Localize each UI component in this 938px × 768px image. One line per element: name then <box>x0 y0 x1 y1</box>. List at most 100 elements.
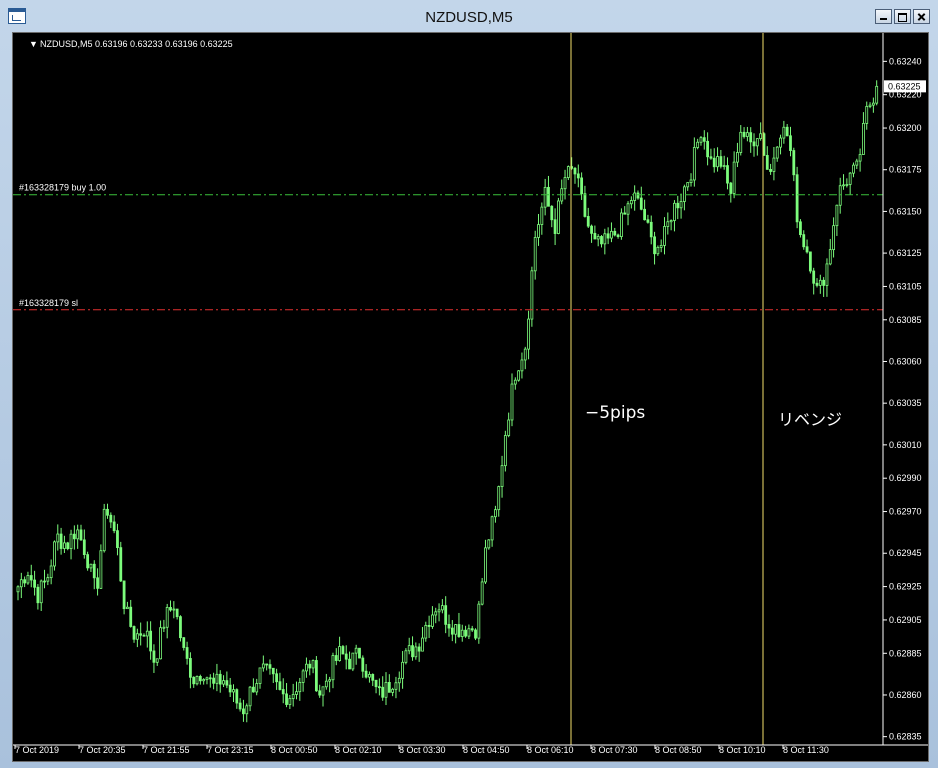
candle-body <box>656 246 660 255</box>
candle-body <box>626 203 630 215</box>
candle-body <box>517 370 521 381</box>
candle-body <box>132 626 136 640</box>
candle-body <box>26 575 30 584</box>
candle-body <box>182 637 186 648</box>
candle-body <box>384 682 388 698</box>
candle-body <box>537 224 540 238</box>
candle-body <box>295 691 298 695</box>
candle-body <box>404 650 408 663</box>
candle-body <box>765 155 769 170</box>
candle-body <box>235 689 239 704</box>
candle-body <box>795 174 799 223</box>
candle-body <box>484 547 487 583</box>
candle-body <box>460 629 464 637</box>
candle-body <box>102 508 106 552</box>
candle-body <box>218 673 222 685</box>
candle-body <box>699 137 703 143</box>
candle-body <box>364 670 368 678</box>
candle-body <box>513 379 517 385</box>
candle-body <box>729 182 733 194</box>
candle-body <box>152 650 156 663</box>
candle-body <box>421 637 424 652</box>
chart-canvas[interactable]: ▼ NZDUSD,M5 0.63196 0.63233 0.63196 0.63… <box>13 33 928 761</box>
time-tick-label: 7 Oct 23:15 <box>207 745 254 755</box>
candle-body <box>590 225 593 234</box>
candle-body <box>682 186 686 202</box>
candle-body <box>271 667 275 675</box>
candle-body <box>477 603 481 639</box>
candle-body <box>248 686 252 707</box>
candle-body <box>268 664 272 669</box>
candle-body <box>769 168 772 172</box>
candle-body <box>198 675 202 682</box>
candle-body <box>825 263 829 286</box>
candle-body <box>43 580 46 583</box>
candle-body <box>314 660 318 692</box>
candle-body <box>437 609 441 613</box>
candle-body <box>251 686 255 693</box>
maximize-button[interactable] <box>894 9 911 24</box>
candle-body <box>391 688 395 693</box>
candle-body <box>719 156 723 167</box>
candle-body <box>331 655 335 681</box>
candle-body <box>424 624 428 639</box>
candle-body <box>852 164 855 174</box>
candle-body <box>288 698 292 705</box>
candle-body <box>620 212 623 238</box>
price-tick-label: 0.63200 <box>889 123 922 133</box>
candle-body <box>261 663 265 669</box>
minimize-button[interactable] <box>875 9 892 24</box>
candle-body <box>875 85 879 104</box>
candle-body <box>759 133 763 140</box>
candle-body <box>802 234 806 248</box>
candle-body <box>689 179 693 184</box>
candle-body <box>89 563 93 569</box>
candle-body <box>623 212 627 215</box>
candle-body <box>580 177 584 195</box>
candle-body <box>500 465 504 487</box>
time-tick-label: 8 Oct 00:50 <box>271 745 318 755</box>
candle-body <box>457 624 461 637</box>
candle-body <box>871 102 875 106</box>
price-tick-label: 0.63240 <box>889 56 922 66</box>
candle-body <box>666 221 670 227</box>
candle-body <box>706 140 709 158</box>
price-tick-label: 0.62945 <box>889 548 922 558</box>
symbol-dropdown-icon[interactable]: ▼ <box>29 39 38 49</box>
candle-body <box>16 586 20 593</box>
candle-body <box>702 137 706 142</box>
candle-body <box>523 348 527 361</box>
close-button[interactable] <box>913 9 930 24</box>
candle-body <box>53 541 56 567</box>
candle-body <box>318 690 322 696</box>
candle-body <box>305 663 308 672</box>
candle-body <box>99 550 103 589</box>
candle-body <box>828 249 832 265</box>
candle-body <box>407 645 411 652</box>
candle-body <box>96 577 99 589</box>
candle-body <box>162 626 166 629</box>
candle-body <box>275 673 279 683</box>
candle-body <box>464 629 467 637</box>
time-tick-label: 7 Oct 21:55 <box>143 745 190 755</box>
price-tick-label: 0.63175 <box>889 165 922 175</box>
candle-body <box>19 579 23 588</box>
candle-body <box>563 177 567 190</box>
candle-body <box>371 674 375 681</box>
candle-body <box>789 135 792 151</box>
candle-body <box>361 657 365 672</box>
candle-body <box>576 173 580 179</box>
candle-body <box>772 157 776 172</box>
price-tick-label: 0.62990 <box>889 473 922 483</box>
candle-body <box>550 205 554 221</box>
candle-body <box>242 708 245 715</box>
title-bar[interactable]: NZDUSD,M5 <box>0 0 938 32</box>
chart-annotation-text[interactable]: リベンジ <box>778 410 842 429</box>
candle-body <box>613 230 617 236</box>
candle-body <box>799 221 802 236</box>
chart-annotation-text[interactable]: −5pips <box>585 403 645 423</box>
candle-body <box>112 521 116 532</box>
price-chart[interactable]: ▼ NZDUSD,M5 0.63196 0.63233 0.63196 0.63… <box>12 32 929 762</box>
time-tick-label: 7 Oct 20:35 <box>79 745 126 755</box>
candle-body <box>368 674 371 678</box>
